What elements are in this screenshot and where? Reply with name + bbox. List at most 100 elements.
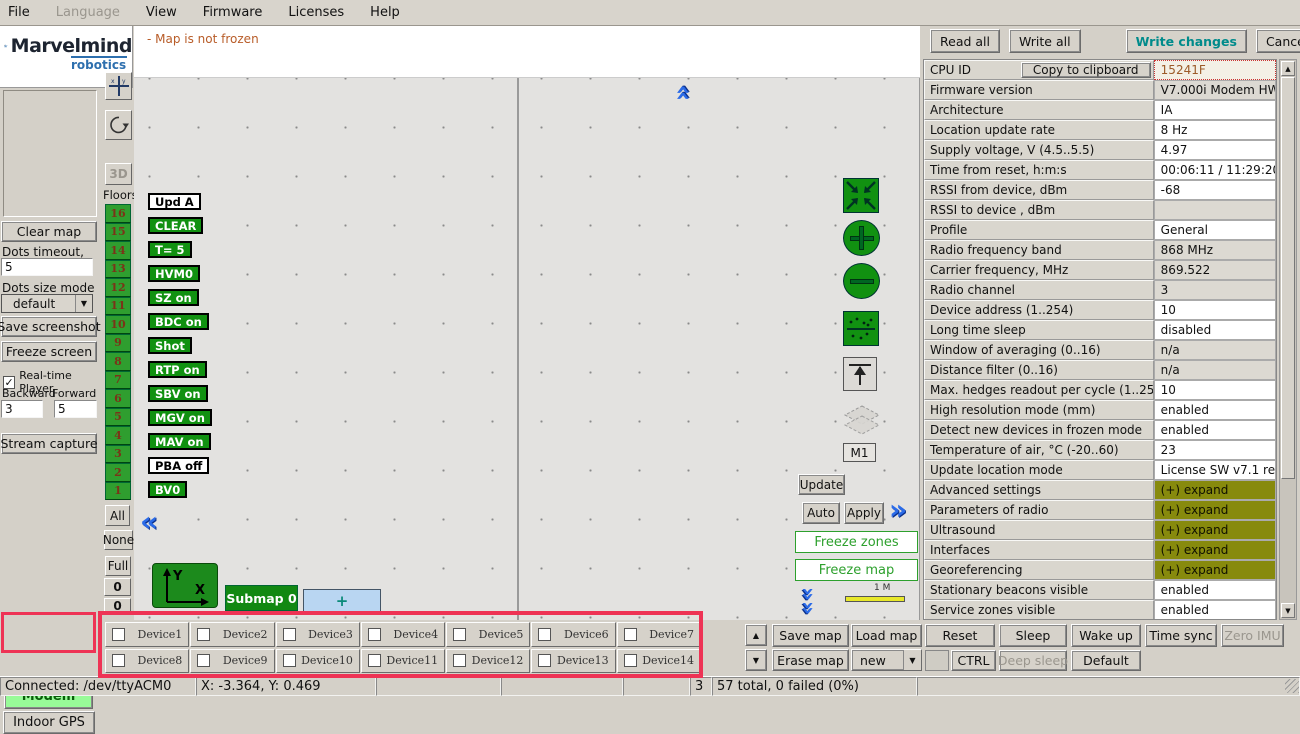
menu-file[interactable]: File — [8, 5, 30, 20]
copy-to-clipboard-button[interactable]: Copy to clipboard — [1021, 62, 1151, 78]
device-cell-device11[interactable]: Device11 — [361, 649, 445, 674]
move-to-top-icon[interactable] — [843, 357, 877, 391]
pan-down-icon[interactable]: » » — [800, 583, 814, 619]
param-value[interactable]: General — [1154, 220, 1276, 240]
param-value[interactable]: (+) expand — [1154, 500, 1276, 520]
layers-icon[interactable] — [843, 404, 881, 443]
device-checkbox-device3[interactable] — [283, 628, 296, 641]
param-value[interactable]: enabled — [1154, 600, 1276, 620]
map-button-hvm0[interactable]: HVM0 — [148, 265, 200, 282]
device-cell-device10[interactable]: Device10 — [276, 649, 360, 674]
device-cell-device8[interactable]: Device8 — [105, 649, 189, 674]
load-map-button[interactable]: Load map — [851, 624, 922, 647]
sleep-button[interactable]: Sleep — [999, 624, 1067, 647]
ctrl-checkbox[interactable] — [925, 650, 949, 671]
device-cell-device6[interactable]: Device6 — [531, 622, 615, 647]
param-value[interactable]: License SW v7.1 requi — [1154, 460, 1276, 480]
floor-button-16[interactable]: 16 — [105, 204, 131, 223]
freeze-screen-button[interactable]: Freeze screen — [1, 341, 97, 362]
floors-all-button[interactable]: All — [105, 505, 130, 526]
chevron-down-icon[interactable]: ▼ — [75, 295, 92, 312]
map-button-shot[interactable]: Shot — [148, 337, 192, 354]
scroll-down-icon[interactable]: ▼ — [1281, 603, 1295, 618]
device-checkbox-device10[interactable] — [283, 654, 296, 667]
device-checkbox-device6[interactable] — [538, 628, 551, 641]
device-cell-device2[interactable]: Device2 — [190, 622, 274, 647]
default-button[interactable]: Default — [1071, 650, 1141, 671]
time-sync-button[interactable]: Time sync — [1145, 624, 1217, 647]
device-checkbox-device8[interactable] — [112, 654, 125, 667]
menu-licenses[interactable]: Licenses — [288, 5, 344, 20]
param-value[interactable]: (+) expand — [1154, 540, 1276, 560]
resize-grip-icon[interactable] — [1285, 679, 1299, 693]
map-button-mgv-on[interactable]: MGV on — [148, 409, 212, 426]
zero-top-button[interactable]: 0 — [104, 578, 131, 596]
param-value[interactable]: 10 — [1154, 300, 1276, 320]
fit-to-screen-icon[interactable] — [843, 178, 879, 213]
device-checkbox-device5[interactable] — [453, 628, 466, 641]
device-checkbox-device7[interactable] — [624, 628, 637, 641]
floor-button-10[interactable]: 10 — [105, 315, 131, 334]
rotate-button[interactable] — [105, 110, 132, 140]
map-button-upd-a[interactable]: Upd A — [148, 193, 201, 210]
device-cell-device3[interactable]: Device3 — [276, 622, 360, 647]
cancel-changes-button[interactable]: Cancel changes — [1256, 29, 1300, 53]
floor-button-8[interactable]: 8 — [105, 352, 131, 371]
device-cell-device12[interactable]: Device12 — [446, 649, 530, 674]
tab-submap-0[interactable]: Submap 0 — [225, 585, 298, 611]
param-value[interactable]: n/a — [1154, 360, 1276, 380]
map-button-rtp-on[interactable]: RTP on — [148, 361, 207, 378]
menu-help[interactable]: Help — [370, 5, 400, 20]
zoom-in-icon[interactable] — [843, 220, 880, 256]
device-cell-device4[interactable]: Device4 — [361, 622, 445, 647]
reset-button[interactable]: Reset — [925, 624, 995, 647]
zero-imu-button[interactable]: Zero IMU — [1221, 624, 1284, 647]
device-checkbox-device11[interactable] — [368, 654, 381, 667]
map-select[interactable]: new ▼ — [851, 649, 922, 671]
param-value[interactable]: 23 — [1154, 440, 1276, 460]
dots-timeout-input[interactable]: 5 — [1, 258, 93, 276]
save-map-button[interactable]: Save map — [772, 624, 849, 647]
scrollbar-thumb[interactable] — [1281, 77, 1295, 479]
backward-input[interactable]: 3 — [1, 400, 43, 418]
dots-size-mode-select[interactable]: default ▼ — [1, 294, 93, 313]
param-value[interactable]: (+) expand — [1154, 480, 1276, 500]
axis-grid-button[interactable]: x y — [105, 72, 132, 100]
param-value[interactable]: enabled — [1154, 420, 1276, 440]
device-list-down-button[interactable]: ▼ — [745, 649, 767, 671]
map-button-sbv-on[interactable]: SBV on — [148, 385, 208, 402]
param-value[interactable]: -68 — [1154, 180, 1276, 200]
freeze-zones-button[interactable]: Freeze zones — [795, 531, 918, 553]
param-value[interactable]: enabled — [1154, 580, 1276, 600]
floor-button-2[interactable]: 2 — [105, 463, 131, 482]
floor-button-9[interactable]: 9 — [105, 334, 131, 353]
auto-button[interactable]: Auto — [802, 502, 840, 524]
param-value[interactable]: 00:06:11 / 11:29:20 / ( — [1154, 160, 1276, 180]
floor-button-11[interactable]: 11 — [105, 297, 131, 316]
clear-map-button[interactable]: Clear map — [1, 221, 97, 242]
map-button-t-5[interactable]: T= 5 — [148, 241, 192, 258]
param-value[interactable] — [1154, 200, 1276, 220]
device-checkbox-device14[interactable] — [624, 654, 637, 667]
scroll-up-icon[interactable]: ▲ — [1281, 61, 1295, 76]
forward-input[interactable]: 5 — [54, 400, 97, 418]
param-value[interactable]: V7.000i Modem HW v5 — [1154, 80, 1276, 100]
floor-button-13[interactable]: 13 — [105, 260, 131, 279]
param-value[interactable]: enabled — [1154, 400, 1276, 420]
map-canvas[interactable]: Upd ACLEART= 5HVM0SZ onBDC onShotRTP onS… — [134, 78, 920, 620]
param-value[interactable]: 4.97 — [1154, 140, 1276, 160]
device-cell-device5[interactable]: Device5 — [446, 622, 530, 647]
device-cell-device14[interactable]: Device14 — [617, 649, 701, 674]
floor-button-6[interactable]: 6 — [105, 389, 131, 408]
param-value[interactable]: n/a — [1154, 340, 1276, 360]
floor-button-5[interactable]: 5 — [105, 408, 131, 427]
param-value[interactable]: (+) expand — [1154, 560, 1276, 580]
deep-sleep-button[interactable]: Deep sleep — [999, 650, 1067, 671]
apply-button[interactable]: Apply — [844, 502, 884, 524]
map-button-clear[interactable]: CLEAR — [148, 217, 203, 234]
device-cell-device1[interactable]: Device1 — [105, 622, 189, 647]
device-checkbox-device12[interactable] — [453, 654, 466, 667]
3d-button[interactable]: 3D — [105, 163, 132, 185]
map-button-pba-off[interactable]: PBA off — [148, 457, 209, 474]
pan-up-icon[interactable]: » — [669, 85, 695, 102]
